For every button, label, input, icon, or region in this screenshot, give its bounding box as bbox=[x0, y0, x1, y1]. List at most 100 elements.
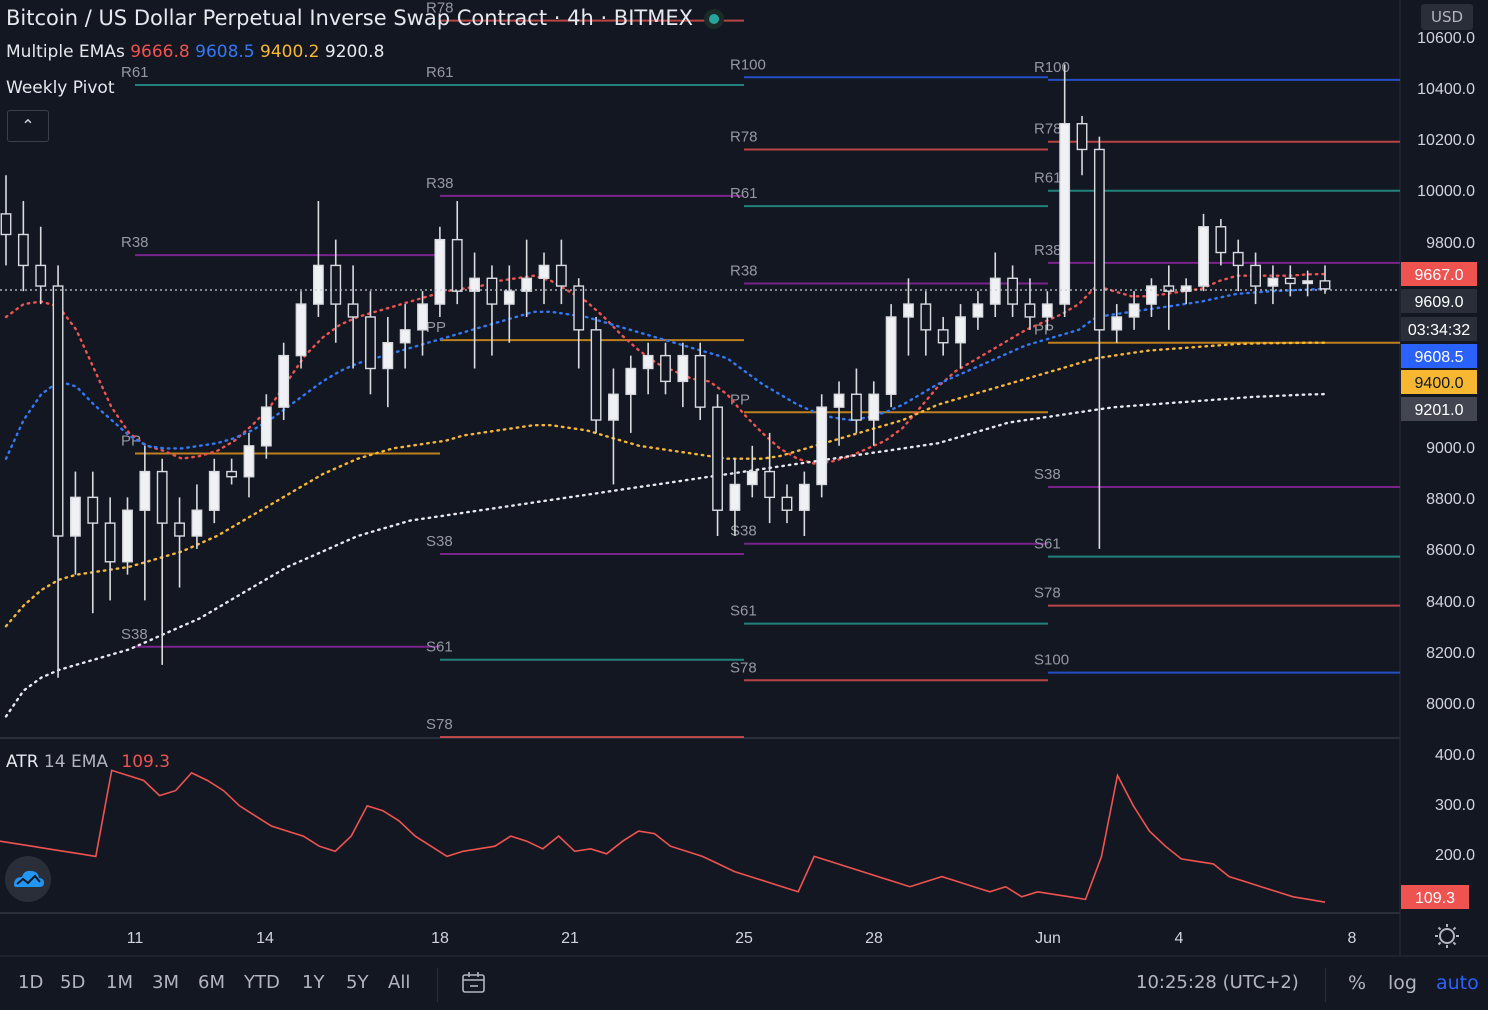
candle-body bbox=[451, 238, 463, 292]
timeframe-all[interactable]: All bbox=[388, 972, 410, 993]
candle-body bbox=[642, 354, 654, 370]
timeframe-3m[interactable]: 3M bbox=[152, 972, 179, 993]
ema-legend-value: 9200.8 bbox=[319, 42, 385, 62]
candle-body bbox=[1267, 277, 1279, 287]
candle-body bbox=[677, 354, 689, 383]
candle-body bbox=[625, 367, 637, 395]
pivot-label: R38 bbox=[730, 262, 758, 279]
candle-body bbox=[417, 303, 428, 331]
candle-body bbox=[399, 329, 411, 344]
interval-label[interactable]: 4h bbox=[567, 6, 594, 30]
pivot-label: R61 bbox=[121, 64, 149, 81]
ema-legend[interactable]: Multiple EMAs 9666.8 9608.5 9400.2 9200.… bbox=[6, 42, 384, 62]
symbol-title[interactable]: Bitcoin / US Dollar Perpetual Inverse Sw… bbox=[6, 6, 719, 30]
candle-body bbox=[746, 470, 758, 486]
atr-price-tag-label: 109.3 bbox=[1415, 890, 1455, 907]
percent-scale-button[interactable]: % bbox=[1348, 972, 1366, 994]
candle-body bbox=[608, 393, 619, 421]
candle-body bbox=[868, 393, 880, 421]
chart-canvas[interactable]: R61 R38 PP S38 R78 R61 R38 PP S38 S61 S78 R100 R78 R6… bbox=[0, 0, 1488, 1010]
candle-body bbox=[469, 277, 481, 292]
candle-body bbox=[521, 277, 533, 292]
candle-body bbox=[226, 470, 238, 478]
ema-legend-value: 9608.5 bbox=[189, 42, 255, 62]
candle-body bbox=[278, 354, 290, 408]
toolbar-divider bbox=[437, 968, 438, 1002]
pivot-label: R78 bbox=[730, 128, 758, 145]
pivot-label: R61 bbox=[426, 64, 454, 81]
candle-body bbox=[903, 303, 914, 318]
candle-body bbox=[382, 342, 394, 370]
clock-timezone[interactable]: 10:25:28 (UTC+2) bbox=[1136, 972, 1299, 993]
candle-body bbox=[243, 445, 255, 478]
price-tick-label: 9000.0 bbox=[1426, 440, 1475, 457]
price-tick-label: 9800.0 bbox=[1426, 235, 1475, 252]
timeframe-6m[interactable]: 6M bbox=[198, 972, 225, 993]
time-tick-label: 8 bbox=[1348, 930, 1357, 947]
price-tick-label: 10600.0 bbox=[1417, 30, 1475, 47]
timeframe-5y[interactable]: 5Y bbox=[346, 972, 368, 993]
candle-body bbox=[295, 303, 307, 357]
date-range-icon[interactable] bbox=[460, 970, 488, 1000]
timeframe-5d[interactable]: 5D bbox=[60, 972, 85, 993]
tradingview-logo-icon[interactable] bbox=[5, 856, 51, 902]
candle-body bbox=[312, 264, 324, 305]
candle-body bbox=[1302, 280, 1314, 285]
candle-body bbox=[191, 509, 203, 537]
timeframe-ytd[interactable]: YTD bbox=[244, 972, 280, 993]
price-tag-label: 9608.5 bbox=[1415, 349, 1464, 366]
timeframe-1y[interactable]: 1Y bbox=[302, 972, 324, 993]
atr-params: 14 EMA bbox=[43, 752, 108, 772]
pivot-label: R61 bbox=[1034, 170, 1062, 187]
pivot-label: S38 bbox=[121, 626, 148, 643]
candle-body bbox=[1146, 285, 1157, 305]
price-tag-label: 03:34:32 bbox=[1408, 322, 1470, 339]
currency-button[interactable]: USD bbox=[1421, 4, 1473, 30]
candle-body bbox=[139, 470, 151, 511]
atr-value: 109.3 bbox=[121, 752, 171, 772]
candle-body bbox=[260, 406, 272, 447]
candle-body bbox=[1198, 226, 1209, 287]
candle-body bbox=[486, 277, 498, 305]
price-tick-label: 10400.0 bbox=[1417, 81, 1475, 98]
pivot-legend-label[interactable]: Weekly Pivot bbox=[6, 78, 115, 98]
candle-body bbox=[1041, 303, 1053, 318]
pivot-label: S78 bbox=[730, 659, 757, 676]
candle-body bbox=[122, 509, 133, 563]
candle-body bbox=[972, 303, 984, 318]
candle-body bbox=[1111, 316, 1123, 331]
symbol-name: Bitcoin / US Dollar Perpetual Inverse Sw… bbox=[6, 6, 548, 30]
time-tick-label: 21 bbox=[561, 930, 579, 947]
collapse-legend-button[interactable]: ⌃ bbox=[7, 110, 49, 142]
ema-line bbox=[4, 392, 1327, 718]
candle-body bbox=[1250, 264, 1261, 287]
price-tag-label: 9201.0 bbox=[1415, 402, 1464, 419]
price-tag-label: 9400.0 bbox=[1415, 375, 1464, 392]
auto-scale-button[interactable]: auto bbox=[1436, 972, 1479, 994]
atr-legend[interactable]: ATR 14 EMA 109.3 bbox=[6, 752, 170, 772]
ema-legend-value: 9400.2 bbox=[254, 42, 320, 62]
candle-body bbox=[434, 238, 446, 305]
pivot-label: PP bbox=[426, 319, 446, 336]
time-tick-label: 11 bbox=[127, 930, 144, 947]
timeframe-1m[interactable]: 1M bbox=[106, 972, 133, 993]
candle-body bbox=[87, 496, 99, 524]
candle-body bbox=[850, 393, 862, 421]
timeframe-1d[interactable]: 1D bbox=[18, 972, 43, 993]
gear-icon[interactable] bbox=[1435, 924, 1459, 948]
pivot-label: S61 bbox=[730, 603, 757, 620]
candle-body bbox=[781, 496, 793, 511]
candle-body bbox=[330, 264, 342, 305]
time-tick-label: 28 bbox=[865, 930, 883, 947]
candle-body bbox=[937, 329, 949, 344]
candle-body bbox=[70, 496, 81, 537]
price-tick-label: 8800.0 bbox=[1426, 491, 1475, 508]
pivot-label: S61 bbox=[426, 639, 453, 656]
log-scale-button[interactable]: log bbox=[1388, 972, 1417, 994]
price-tag-label: 9667.0 bbox=[1415, 267, 1464, 284]
price-tick-label: 8400.0 bbox=[1426, 594, 1475, 611]
chevron-up-icon: ⌃ bbox=[21, 116, 35, 135]
candle-body bbox=[156, 470, 168, 524]
candle-body bbox=[555, 264, 567, 287]
candle-body bbox=[920, 303, 932, 331]
